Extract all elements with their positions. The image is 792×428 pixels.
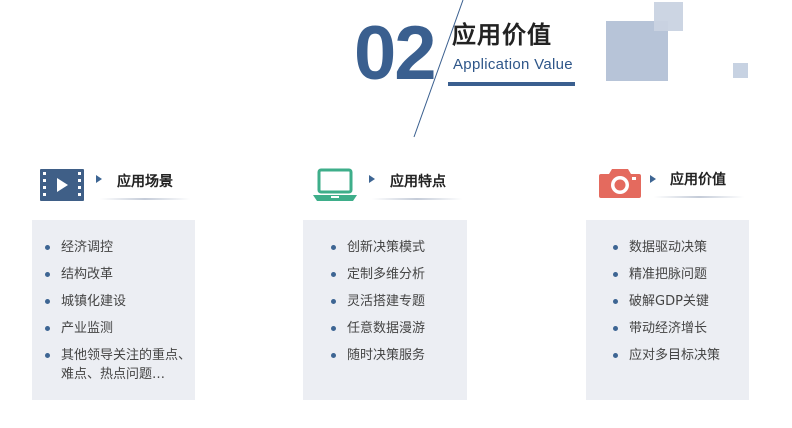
title-underline [448,82,575,86]
value-list: 数据驱动决策 精准把脉问题 破解GDP关键 带动经济增长 应对多目标决策 [613,238,748,373]
bullet-icon [45,272,50,277]
title-shadow [372,198,462,200]
list-item: 定制多维分析 [331,265,466,284]
list-item: 城镇化建设 [45,292,195,311]
column-title-scenarios: 应用场景 [117,174,173,190]
list-item: 经济调控 [45,238,195,257]
scenarios-box: 经济调控 结构改革 城镇化建设 产业监测 其他领导关注的重点、难点、热点问题… [32,220,195,400]
bullet-icon [331,272,336,277]
list-item: 随时决策服务 [331,346,466,365]
list-item: 应对多目标决策 [613,346,748,365]
bullet-icon [331,326,336,331]
bullet-icon [45,299,50,304]
list-item: 破解GDP关键 [613,292,748,311]
section-title-cn: 应用价值 [452,21,552,49]
bullet-icon [331,299,336,304]
pointer-arrow-icon [369,175,375,183]
pointer-arrow-icon [96,175,102,183]
bullet-icon [613,245,618,250]
bullet-icon [613,299,618,304]
video-icon [40,169,84,201]
features-box: 创新决策模式 定制多维分析 灵活搭建专题 任意数据漫游 随时决策服务 [303,220,467,400]
pointer-arrow-icon [650,175,656,183]
section-title-en: Application Value [453,56,573,73]
list-item: 产业监测 [45,319,195,338]
section-number: 02 [354,11,437,96]
list-item: 数据驱动决策 [613,238,748,257]
bullet-icon [613,353,618,358]
scenarios-list: 经济调控 结构改革 城镇化建设 产业监测 其他领导关注的重点、难点、热点问题… [45,238,195,392]
column-title-value: 应用价值 [670,172,726,188]
list-item: 任意数据漫游 [331,319,466,338]
list-item: 带动经济增长 [613,319,748,338]
laptop-icon [313,168,357,201]
bullet-icon [331,245,336,250]
list-item: 精准把脉问题 [613,265,748,284]
bullet-icon [613,326,618,331]
list-item: 其他领导关注的重点、难点、热点问题… [45,346,195,384]
bullet-icon [45,245,50,250]
camera-icon [599,169,641,198]
title-shadow [100,198,190,200]
value-box: 数据驱动决策 精准把脉问题 破解GDP关键 带动经济增长 应对多目标决策 [586,220,749,400]
bullet-icon [45,353,50,358]
bullet-icon [613,272,618,277]
list-item: 创新决策模式 [331,238,466,257]
bullet-icon [45,326,50,331]
decor-square-overlap [654,2,683,31]
bullet-icon [331,353,336,358]
column-title-features: 应用特点 [390,174,446,190]
title-shadow [654,196,744,198]
decor-square-small [733,63,748,78]
features-list: 创新决策模式 定制多维分析 灵活搭建专题 任意数据漫游 随时决策服务 [331,238,466,373]
list-item: 结构改革 [45,265,195,284]
list-item: 灵活搭建专题 [331,292,466,311]
